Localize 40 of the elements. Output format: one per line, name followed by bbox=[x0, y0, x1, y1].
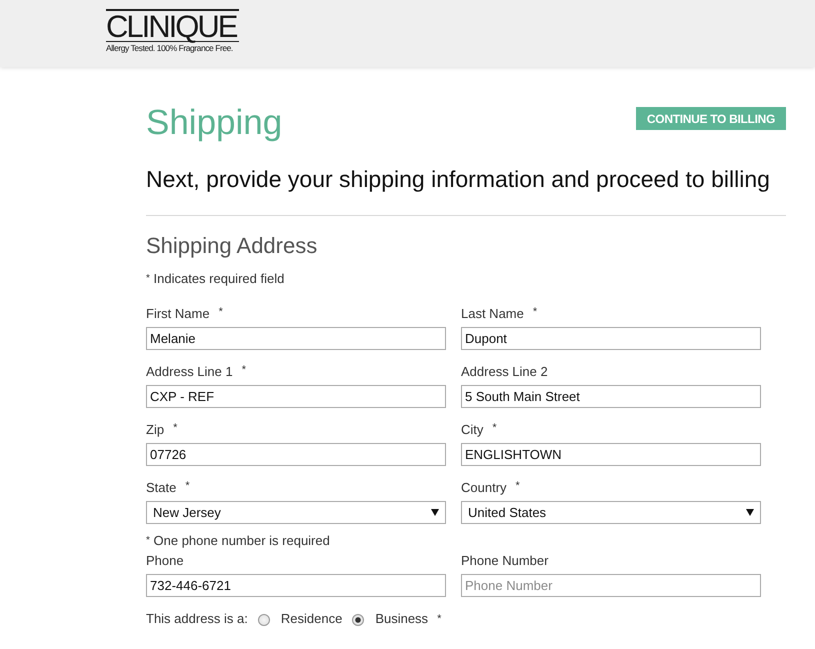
radio-option-label[interactable]: Business bbox=[375, 611, 428, 627]
dropdown-field[interactable]: New Jersey bbox=[146, 501, 446, 524]
radio-button[interactable] bbox=[352, 614, 364, 626]
required-asterisk: * bbox=[173, 422, 178, 436]
radio-button[interactable] bbox=[258, 614, 270, 626]
text-input-field[interactable]: 732-446-6721 bbox=[146, 574, 446, 597]
required-asterisk: * bbox=[532, 306, 538, 320]
text-input-field[interactable]: 07726 bbox=[146, 443, 446, 466]
required-asterisk: * bbox=[437, 613, 442, 625]
field-label: City bbox=[461, 422, 484, 438]
text-input-field[interactable]: 5 South Main Street bbox=[461, 385, 761, 408]
text-input-field[interactable]: Phone Number bbox=[461, 574, 761, 597]
field-label: Address Line 1 bbox=[146, 364, 233, 380]
field-label: First Name bbox=[146, 306, 210, 322]
text-input-field[interactable]: ENGLISHTOWN bbox=[461, 443, 761, 466]
field-label: Phone Number bbox=[461, 553, 548, 569]
field-label: Last Name bbox=[461, 306, 524, 322]
field-label: Address Line 2 bbox=[461, 364, 548, 380]
brand-logo-tagline: Allergy Tested. 100% Fragrance Free. bbox=[106, 43, 233, 53]
field-label: Phone bbox=[146, 553, 184, 569]
required-asterisk: * bbox=[218, 306, 223, 320]
radio-option-label[interactable]: Residence bbox=[280, 611, 342, 627]
required-asterisk: * bbox=[242, 364, 246, 378]
page-subtitle: Next, provide your shipping information and proceed to billing bbox=[146, 165, 771, 193]
section-heading: Shipping Address bbox=[146, 234, 318, 258]
required-asterisk: * bbox=[516, 480, 520, 494]
brand-logo-wordmark: CLINIQUE bbox=[106, 9, 240, 42]
field-label: Country bbox=[461, 480, 507, 496]
text-input-field[interactable]: Dupont bbox=[461, 327, 761, 350]
dropdown-caret-icon bbox=[431, 509, 439, 516]
required-asterisk: * bbox=[492, 422, 497, 436]
page-title: Shipping bbox=[146, 103, 282, 143]
dropdown-caret-icon bbox=[746, 509, 754, 516]
address-type-label: This address is a: bbox=[146, 611, 248, 627]
text-input-field[interactable]: CXP - REF bbox=[146, 385, 446, 408]
field-label: Zip bbox=[146, 422, 164, 438]
required-asterisk: * bbox=[185, 480, 190, 494]
field-label: State bbox=[146, 480, 176, 496]
dropdown-field[interactable]: United States bbox=[461, 501, 761, 524]
text-input-field[interactable]: Melanie bbox=[146, 327, 446, 350]
